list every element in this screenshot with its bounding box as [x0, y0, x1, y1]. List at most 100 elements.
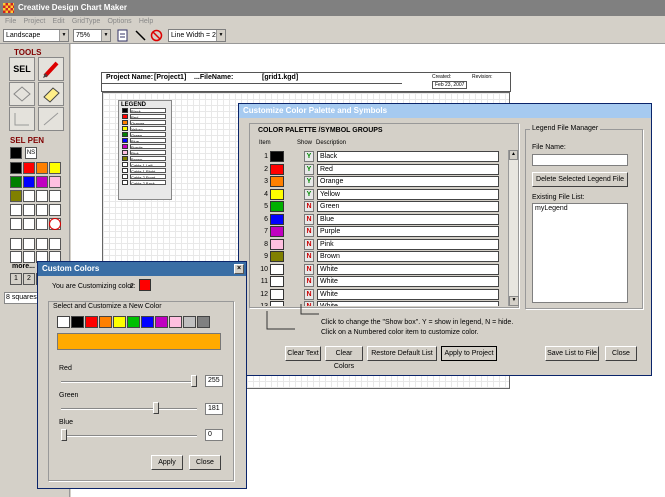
pen-color-swatch[interactable] [36, 218, 48, 230]
existing-file-item[interactable]: myLegend [535, 205, 625, 212]
palette-row-description[interactable]: Brown [317, 251, 499, 262]
pen-color-swatch[interactable] [49, 204, 61, 216]
pen-color-swatch[interactable] [36, 204, 48, 216]
palette-row-color[interactable] [270, 276, 284, 287]
pen-color-swatch[interactable] [23, 204, 35, 216]
pen-color-swatch[interactable] [23, 176, 35, 188]
palette-row-color[interactable] [270, 288, 284, 300]
square-shape-icon[interactable] [36, 238, 48, 250]
palette-row[interactable]: 5 N Green [258, 201, 508, 213]
delete-legend-file-button[interactable]: Delete Selected Legend File [532, 172, 628, 187]
blue-slider[interactable] [61, 435, 197, 437]
palette-row-number[interactable]: 12 [258, 291, 268, 298]
palette-row[interactable]: 2 Y Red [258, 163, 508, 176]
circle-shape-icon[interactable] [23, 238, 35, 250]
line-width-select[interactable]: Line Width = 2 ▼ [168, 29, 226, 42]
red-slider-thumb[interactable] [191, 375, 197, 387]
palette-row-color[interactable] [270, 251, 284, 262]
palette-row-description[interactable]: White [317, 288, 499, 300]
palette-row[interactable]: 3 Y Orange [258, 176, 508, 188]
palette-row-description[interactable]: Red [317, 163, 499, 175]
palette-row-show-toggle[interactable]: Y [304, 188, 314, 200]
palette-row-show-toggle[interactable]: Y [304, 163, 314, 175]
pen-color-swatch[interactable] [10, 162, 22, 174]
menu-project[interactable]: Project [24, 18, 46, 25]
palette-row-number[interactable]: 6 [258, 216, 268, 223]
palette-row-color[interactable] [270, 263, 284, 275]
palette-row-color[interactable] [270, 201, 284, 212]
palette-row-show-toggle[interactable]: Y [304, 176, 314, 187]
scroll-down-icon[interactable]: ▼ [509, 296, 519, 306]
green-value-field[interactable]: 181 [205, 403, 223, 415]
cross-shape-icon[interactable] [10, 238, 22, 250]
palette-row-number[interactable]: 10 [258, 266, 268, 273]
more-label[interactable]: more... [12, 263, 35, 270]
palette-row-description[interactable]: Blue [317, 213, 499, 225]
select-tool-button[interactable]: SEL [9, 57, 35, 81]
pen-color-swatch[interactable] [36, 190, 48, 202]
palette-row-show-toggle[interactable]: N [304, 201, 314, 212]
pen-color-swatch[interactable] [23, 162, 35, 174]
custom-apply-button[interactable]: Apply [151, 455, 183, 470]
palette-row-show-toggle[interactable]: N [304, 238, 314, 250]
menu-options[interactable]: Options [107, 18, 131, 25]
preset-color-swatch[interactable] [99, 316, 112, 328]
palette-row[interactable]: 8 N Pink [258, 238, 508, 251]
preset-color-swatch[interactable] [113, 316, 126, 328]
palette-row[interactable]: 4 Y Yellow [258, 188, 508, 201]
palette-row[interactable]: 9 N Brown [258, 251, 508, 263]
palette-row[interactable]: 10 N White [258, 263, 508, 276]
clear-colors-button[interactable]: Clear Colors [325, 346, 363, 370]
palette-row-show-toggle[interactable]: N [304, 226, 314, 237]
menu-help[interactable]: Help [139, 18, 153, 25]
preset-color-swatch[interactable] [141, 316, 154, 328]
pen-color-swatch[interactable] [36, 162, 48, 174]
num-button-1[interactable]: 1 [10, 273, 22, 285]
preset-color-swatch[interactable] [155, 316, 168, 328]
no-symbol-button[interactable]: NS [25, 147, 37, 159]
palette-row-number[interactable]: 4 [258, 191, 268, 198]
apply-to-project-button[interactable]: Apply to Project [441, 346, 497, 361]
zoom-select[interactable]: 75% ▼ [73, 29, 111, 42]
palette-row[interactable]: 12 N White [258, 288, 508, 301]
preset-color-swatch[interactable] [71, 316, 84, 328]
palette-row-number[interactable]: 1 [258, 153, 268, 160]
num-button-2[interactable]: 2 [23, 273, 35, 285]
palette-close-button[interactable]: Close [605, 346, 637, 361]
palette-row-show-toggle[interactable]: Y [304, 151, 314, 162]
pen-color-swatch[interactable] [23, 190, 35, 202]
palette-row-description[interactable]: Green [317, 201, 499, 212]
palette-row-color[interactable] [270, 226, 284, 237]
blue-slider-thumb[interactable] [61, 429, 67, 441]
red-value-field[interactable]: 255 [205, 375, 223, 387]
preset-color-swatch[interactable] [197, 316, 210, 328]
file-name-input[interactable] [532, 154, 628, 166]
palette-row[interactable]: 1 Y Black [258, 151, 508, 163]
palette-scrollbar[interactable]: ▲ ▼ [508, 150, 519, 306]
green-slider[interactable] [61, 408, 197, 410]
pen-color-swatch[interactable] [10, 218, 22, 230]
palette-row-number[interactable]: 7 [258, 228, 268, 235]
menu-edit[interactable]: Edit [53, 18, 65, 25]
diagonal-tool-button[interactable] [38, 107, 64, 131]
no-color-icon[interactable] [49, 218, 61, 230]
palette-row-color[interactable] [270, 238, 284, 250]
palette-row-show-toggle[interactable]: N [304, 288, 314, 300]
palette-row-color[interactable] [270, 188, 284, 200]
palette-row-description[interactable]: White [317, 263, 499, 275]
orientation-select[interactable]: Landscape ▼ [3, 29, 69, 42]
palette-row-color[interactable] [270, 176, 284, 187]
palette-row-description[interactable]: Black [317, 151, 499, 162]
custom-close-button[interactable]: Close [189, 455, 221, 470]
save-list-button[interactable]: Save List to File [545, 346, 599, 361]
red-slider[interactable] [61, 381, 197, 383]
preset-color-swatch[interactable] [57, 316, 70, 328]
corner-tool-button[interactable] [9, 107, 35, 131]
palette-row-color[interactable] [270, 213, 284, 225]
palette-row[interactable]: 11 N White [258, 276, 508, 288]
palette-row-number[interactable]: 8 [258, 241, 268, 248]
existing-files-list[interactable]: myLegend [532, 203, 628, 303]
palette-row-show-toggle[interactable]: N [304, 263, 314, 275]
slash-shape-icon[interactable] [49, 238, 61, 250]
line-tool-icon[interactable] [134, 29, 147, 42]
